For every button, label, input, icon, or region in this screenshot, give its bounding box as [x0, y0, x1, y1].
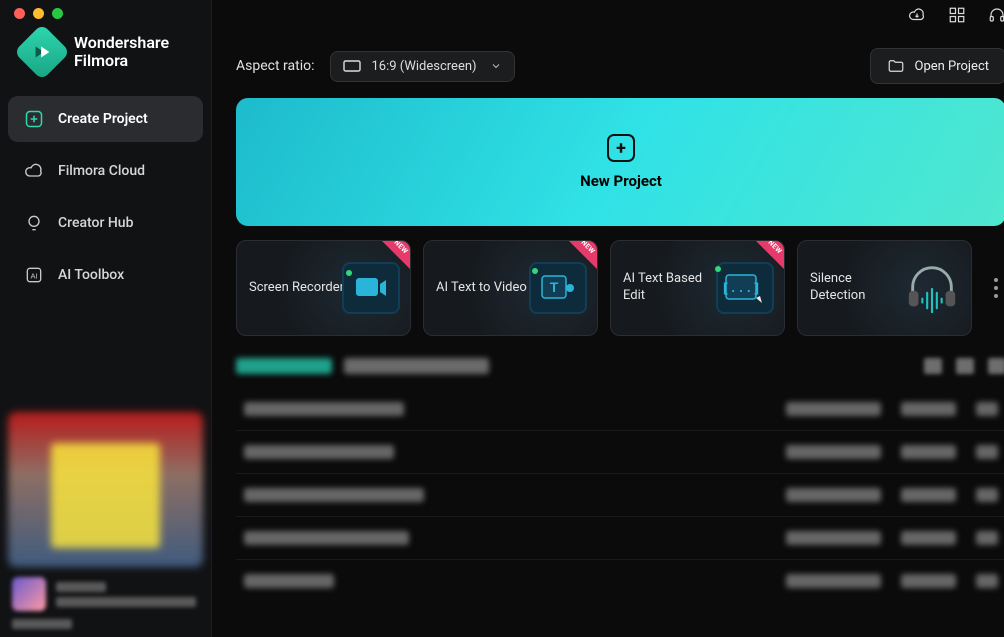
chevron-down-icon [490, 60, 502, 72]
new-project-label: New Project [580, 172, 662, 190]
folder-icon [887, 57, 905, 75]
tool-label: AI Text to Video [436, 280, 527, 297]
more-tools-icon[interactable] [986, 278, 1004, 298]
sidebar: Wondershare Filmora Create Project Filmo… [0, 0, 212, 637]
sidebar-item-ai-toolbox[interactable]: AI AI Toolbox [8, 252, 203, 298]
sidebar-item-create-project[interactable]: Create Project [8, 96, 203, 142]
grid-icon[interactable] [948, 6, 966, 24]
view-toggle-1[interactable] [924, 358, 942, 374]
list-item[interactable] [236, 474, 1004, 517]
open-project-label: Open Project [915, 59, 990, 74]
brand-line-1: Wondershare [74, 34, 169, 52]
list-item[interactable] [236, 517, 1004, 560]
sidebar-item-label: Creator Hub [58, 215, 133, 231]
list-item[interactable] [236, 431, 1004, 474]
sidebar-item-filmora-cloud[interactable]: Filmora Cloud [8, 148, 203, 194]
aspect-ratio-label: Aspect ratio: [236, 58, 314, 74]
promo-thumbnail[interactable] [8, 412, 203, 567]
view-toggle-3[interactable] [988, 358, 1004, 374]
tool-label: AI Text Based Edit [623, 271, 723, 305]
plus-square-icon [24, 109, 44, 129]
brackets-icon: [...] [716, 262, 774, 314]
cloud-download-icon[interactable] [908, 6, 926, 24]
plus-icon: + [607, 134, 635, 162]
tool-label: Silence Detection [810, 271, 910, 305]
view-toggle-2[interactable] [956, 358, 974, 374]
text-block-icon: T [529, 262, 587, 314]
topbar [212, 0, 1004, 30]
window-controls [0, 0, 77, 19]
controls-row: Aspect ratio: 16:9 (Widescreen) [212, 30, 1004, 98]
open-project-button[interactable]: Open Project [870, 48, 1004, 84]
widescreen-icon [343, 60, 361, 72]
maximize-window-icon[interactable] [52, 8, 63, 19]
new-project-button[interactable]: + New Project [236, 98, 1004, 226]
bulb-icon [24, 213, 44, 233]
nav: Create Project Filmora Cloud Creator Hub… [0, 96, 211, 298]
tool-ai-text-based-edit[interactable]: AI Text Based Edit [...] [610, 240, 785, 336]
avatar [12, 577, 46, 611]
list-item[interactable] [236, 388, 1004, 431]
aspect-ratio-dropdown[interactable]: 16:9 (Widescreen) [330, 51, 515, 82]
projects-tabs [212, 336, 1004, 380]
user-strip[interactable] [8, 567, 203, 611]
svg-text:AI: AI [30, 271, 37, 280]
recorder-icon [342, 262, 400, 314]
sidebar-item-label: Filmora Cloud [58, 163, 145, 179]
headphones-wave-icon [903, 262, 961, 314]
cloud-icon [24, 161, 44, 181]
logo-icon [14, 24, 71, 81]
svg-text:T: T [550, 279, 559, 295]
tools-row: Screen Recorder AI Text to Video [236, 240, 1004, 336]
close-window-icon[interactable] [14, 8, 25, 19]
sidebar-item-label: AI Toolbox [58, 267, 124, 283]
list-item[interactable] [236, 560, 1004, 602]
tool-label: Screen Recorder [249, 280, 344, 297]
main: Aspect ratio: 16:9 (Widescreen) [212, 0, 1004, 637]
tool-screen-recorder[interactable]: Screen Recorder [236, 240, 411, 336]
tab-active[interactable] [236, 358, 332, 374]
app-title: Wondershare Filmora [74, 34, 169, 71]
svg-text:[...]: [...] [723, 281, 761, 296]
sidebar-item-label: Create Project [58, 111, 148, 127]
brand-line-2: Filmora [74, 52, 169, 70]
tab-inactive[interactable] [344, 358, 489, 374]
headset-icon[interactable] [988, 6, 1004, 24]
sidebar-footer [0, 404, 211, 637]
tool-silence-detection[interactable]: Silence Detection [797, 240, 972, 336]
projects-list [212, 380, 1004, 602]
sidebar-item-creator-hub[interactable]: Creator Hub [8, 200, 203, 246]
minimize-window-icon[interactable] [33, 8, 44, 19]
user-info [56, 582, 196, 607]
ai-icon: AI [24, 265, 44, 285]
aspect-ratio-value: 16:9 (Widescreen) [371, 59, 476, 74]
tool-ai-text-to-video[interactable]: AI Text to Video T [423, 240, 598, 336]
